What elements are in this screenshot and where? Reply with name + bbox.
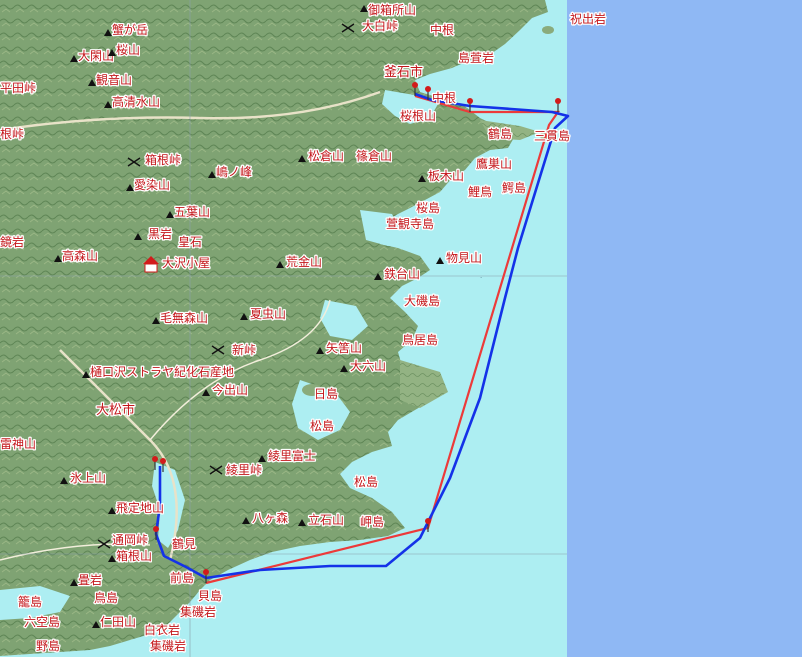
label-kagojima: 籠島 bbox=[18, 594, 42, 609]
label-oshima: 鶴島 bbox=[488, 126, 512, 141]
label-sakura-jima: 桜島 bbox=[416, 200, 440, 215]
map-canvas[interactable]: 祝出岩 御箱所山 中根 島萓岩 釜石市 中根 桜根山 鶴島 三貫島 大白峠 大閑… bbox=[0, 0, 802, 657]
label-kamishi: 皇石 bbox=[178, 235, 202, 249]
label-osawa-hut: 大沢小屋 bbox=[162, 256, 210, 270]
sea-annotation: · bbox=[480, 274, 482, 282]
label-gankomori: 毛無森山 bbox=[160, 310, 208, 325]
label-shimanomine: 嶋ノ峰 bbox=[216, 165, 252, 179]
label-kamaishi-city: 釜石市 bbox=[384, 64, 423, 80]
label-kannon: 観音山 bbox=[96, 72, 132, 87]
label-gosho: 御箱所山 bbox=[368, 2, 416, 17]
label-tetsudai: 鉄台山 bbox=[384, 266, 420, 281]
label-kaishima: 貝島 bbox=[198, 588, 222, 603]
label-tsunegi: 通岡峠 bbox=[112, 532, 148, 547]
label-hachikamori: 八ヶ森 bbox=[252, 510, 288, 525]
label-takatsu: 高清水山 bbox=[112, 94, 160, 109]
label-kaenoyama: 荒金山 bbox=[286, 254, 322, 269]
label-matsukura: 松倉山 bbox=[308, 148, 344, 163]
label-tateishi: 立石山 bbox=[308, 512, 344, 527]
label-itabashi: 板木山 bbox=[428, 169, 464, 183]
label-taritoge: 平田峠 bbox=[0, 80, 36, 95]
label-nakane: 中根 bbox=[432, 90, 456, 105]
label-gakuyo: 蟹が岳 bbox=[112, 22, 148, 37]
label-iwaizuru: 祝出岩 bbox=[570, 11, 606, 26]
label-sannoshima: 三貫島 bbox=[534, 128, 570, 143]
label-keniwa: 鏡岩 bbox=[0, 234, 24, 249]
label-takasuzuki: 鷹巣山 bbox=[476, 156, 512, 171]
label-shinto: 新峠 bbox=[232, 342, 256, 357]
island bbox=[542, 26, 554, 34]
label-shinokura: 篠倉山 bbox=[356, 148, 392, 163]
label-jinshi: 仁田山 bbox=[100, 615, 136, 629]
label-nakane-n: 中根 bbox=[430, 22, 454, 37]
label-bunkazai: 樋口沢ストラヤ紀化石産地 bbox=[90, 364, 234, 379]
label-sakurayama: 桜根山 bbox=[400, 109, 436, 123]
label-hakone-yama: 箱根山 bbox=[116, 548, 152, 563]
label-gomizo: 五葉山 bbox=[174, 205, 210, 219]
label-takawashi: 畳岩 bbox=[78, 572, 102, 587]
label-matsushima: 松島 bbox=[310, 418, 334, 433]
label-natsumori: 夏虫山 bbox=[250, 307, 286, 321]
label-kanohime: 鯉鳥 bbox=[468, 184, 492, 199]
label-ojima: 鳥島 bbox=[94, 590, 118, 605]
label-hiyama: 氷上山 bbox=[70, 471, 106, 485]
label-ryorifuji: 綾里富士 bbox=[268, 448, 316, 463]
label-imade: 今出山 bbox=[212, 382, 248, 397]
label-matsushima2: 松島 bbox=[354, 474, 378, 489]
label-kanketsu: 萱観寺島 bbox=[386, 216, 434, 231]
label-kaiganiwa: 集磯岩 bbox=[150, 638, 186, 653]
label-kanoshima: 鰐島 bbox=[502, 180, 526, 195]
label-hakone-toge: 箱根峠 bbox=[145, 152, 181, 167]
label-shiraishi: 白衣岩 bbox=[144, 622, 180, 637]
label-tsurumi: 鶴見 bbox=[172, 536, 196, 551]
label-monmi: 物見山 bbox=[446, 251, 482, 265]
label-shirizoko: 桜山 bbox=[116, 43, 140, 57]
label-shimagaya: 島萓岩 bbox=[458, 50, 494, 65]
label-yakusan: 矢筈山 bbox=[326, 340, 362, 355]
label-ryori-toge: 綾里峠 bbox=[226, 462, 262, 477]
label-torijima: 鳥居島 bbox=[402, 332, 438, 347]
label-rokku: 六空島 bbox=[24, 614, 60, 629]
label-shinone: 根峠 bbox=[0, 126, 24, 141]
label-maekoshi: 前島 bbox=[170, 570, 194, 585]
label-ainuyama: 愛染山 bbox=[134, 177, 170, 192]
label-kamisan: 雷神山 bbox=[0, 437, 36, 451]
label-nojima: 野島 bbox=[36, 638, 60, 653]
label-hikata: 飛定地山 bbox=[116, 500, 164, 515]
label-onuki: 大六山 bbox=[350, 359, 386, 373]
label-oisojima: 大磯島 bbox=[404, 293, 440, 308]
label-ome: 大松市 bbox=[96, 402, 135, 418]
label-oshiro: 大白峠 bbox=[362, 18, 398, 33]
label-misakijima: 岬島 bbox=[360, 514, 384, 529]
label-kuroiwa: 黒岩 bbox=[148, 226, 172, 241]
label-kaiiwa: 集磯岩 bbox=[180, 604, 216, 619]
label-takenoyama: 高森山 bbox=[62, 248, 98, 263]
label-hijima: 日島 bbox=[314, 386, 338, 401]
